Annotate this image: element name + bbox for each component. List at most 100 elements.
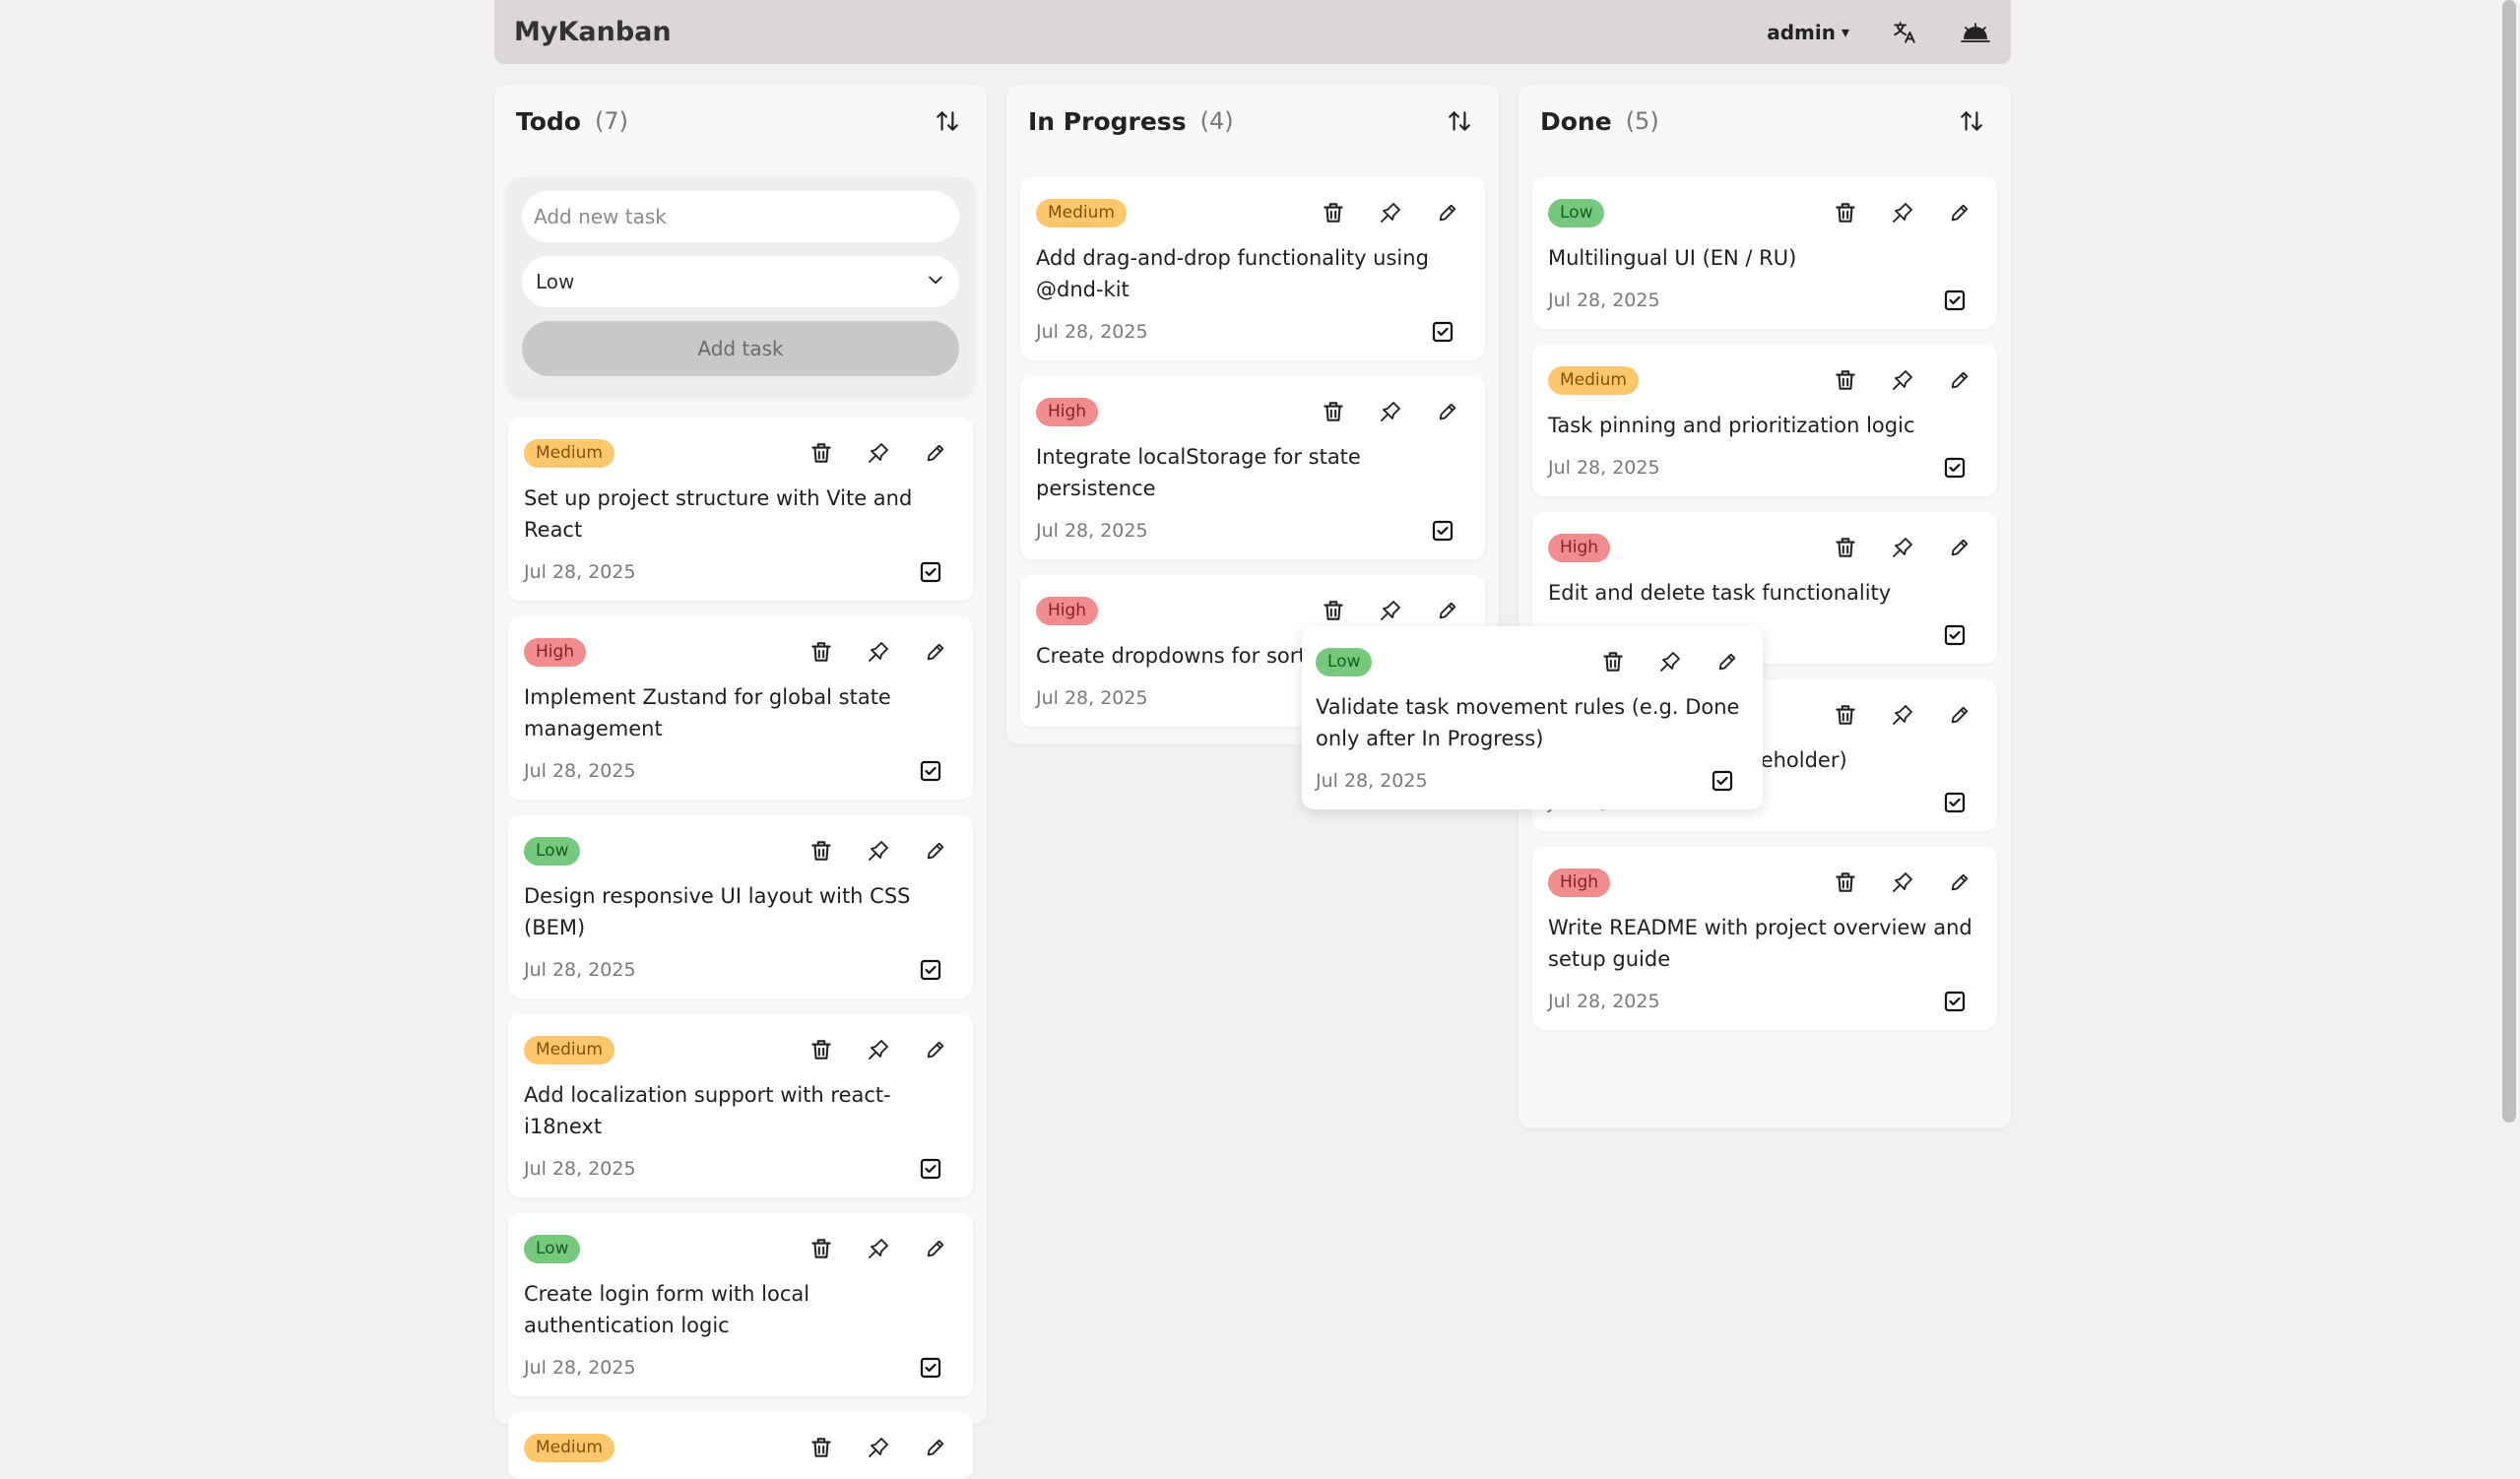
pencil-icon[interactable]	[1942, 195, 1977, 230]
pin-icon[interactable]	[861, 1231, 896, 1266]
card-footer: Jul 28, 2025	[524, 1154, 957, 1184]
task-card[interactable]: Medium Task pinning and prioritization lo…	[1532, 345, 1997, 496]
pin-icon[interactable]	[1373, 195, 1408, 230]
checkbox-checked-icon[interactable]	[1428, 516, 1457, 546]
task-card[interactable]: Low Multilingual UI (EN / RU) Jul 28, 2025	[1532, 177, 1997, 329]
sort-arrows-icon[interactable]	[1952, 101, 1991, 141]
pencil-icon[interactable]	[1942, 362, 1977, 398]
trash-icon[interactable]	[1316, 593, 1351, 628]
card-top: High	[1036, 394, 1469, 429]
pencil-icon[interactable]	[1430, 394, 1465, 429]
checkbox-checked-icon[interactable]	[1940, 286, 1970, 315]
add-task-button[interactable]: Add task	[522, 321, 959, 376]
trash-icon[interactable]	[1828, 195, 1863, 230]
pin-icon[interactable]	[861, 1430, 896, 1465]
pin-icon[interactable]	[1885, 362, 1920, 398]
card-top: Low	[1316, 644, 1749, 679]
pencil-icon[interactable]	[1942, 530, 1977, 565]
pin-icon[interactable]	[861, 1032, 896, 1067]
theme-toggle-icon[interactable]	[1960, 17, 1991, 48]
checkbox-checked-icon[interactable]	[916, 756, 945, 786]
trash-icon[interactable]	[804, 634, 839, 670]
pencil-icon[interactable]	[1942, 865, 1977, 900]
pencil-icon[interactable]	[918, 833, 953, 868]
trash-icon[interactable]	[804, 1032, 839, 1067]
trash-icon[interactable]	[804, 833, 839, 868]
dragging-task-card[interactable]: Low Validate task movement rules (e.g. D…	[1302, 626, 1763, 809]
task-date: Jul 28, 2025	[524, 959, 636, 981]
scrollbar-thumb[interactable]	[2502, 0, 2516, 1123]
checkbox-checked-icon[interactable]	[1940, 620, 1970, 650]
task-title: Add localization support with react-i18n…	[524, 1083, 891, 1138]
new-task-input[interactable]	[522, 191, 959, 242]
card-list: Low Multilingual UI (EN / RU) Jul 28, 2025…	[1532, 177, 1997, 1030]
task-card[interactable]: Medium Add localization support with reac…	[508, 1014, 973, 1197]
task-card[interactable]: Medium	[508, 1412, 973, 1479]
trash-icon[interactable]	[1595, 644, 1631, 679]
checkbox-checked-icon[interactable]	[916, 1353, 945, 1383]
task-date: Jul 28, 2025	[1036, 321, 1148, 343]
add-task-form: Low Add task	[508, 177, 973, 394]
task-card[interactable]: Low Design responsive UI layout with CSS …	[508, 815, 973, 998]
task-card[interactable]: Medium Set up project structure with Vite…	[508, 418, 973, 601]
card-top: High	[1548, 530, 1981, 565]
pencil-icon[interactable]	[1430, 195, 1465, 230]
pin-icon[interactable]	[861, 435, 896, 471]
checkbox-checked-icon[interactable]	[916, 557, 945, 587]
task-date: Jul 28, 2025	[1548, 289, 1660, 311]
trash-icon[interactable]	[1316, 394, 1351, 429]
card-top: Medium	[1036, 195, 1469, 230]
checkbox-checked-icon[interactable]	[916, 955, 945, 985]
checkbox-checked-icon[interactable]	[1940, 453, 1970, 482]
trash-icon[interactable]	[1828, 530, 1863, 565]
pin-icon[interactable]	[1652, 644, 1688, 679]
trash-icon[interactable]	[1828, 697, 1863, 733]
card-actions	[1316, 394, 1465, 429]
task-card[interactable]: Low Create login form with local authenti…	[508, 1213, 973, 1396]
trash-icon[interactable]	[804, 1231, 839, 1266]
card-actions	[1595, 644, 1745, 679]
pencil-icon[interactable]	[1942, 697, 1977, 733]
checkbox-checked-icon[interactable]	[916, 1154, 945, 1184]
card-actions	[1828, 195, 1977, 230]
trash-icon[interactable]	[804, 435, 839, 471]
checkbox-checked-icon[interactable]	[1428, 317, 1457, 347]
pin-icon[interactable]	[1885, 195, 1920, 230]
pin-icon[interactable]	[1373, 394, 1408, 429]
pencil-icon[interactable]	[918, 1032, 953, 1067]
sort-arrows-icon[interactable]	[1440, 101, 1479, 141]
pin-icon[interactable]	[1885, 865, 1920, 900]
checkbox-checked-icon[interactable]	[1940, 788, 1970, 817]
user-menu[interactable]: admin ▾	[1767, 21, 1849, 44]
task-card[interactable]: High Write README with project overview a…	[1532, 847, 1997, 1030]
task-title: Set up project structure with Vite and R…	[524, 486, 913, 542]
pencil-icon[interactable]	[918, 1231, 953, 1266]
pencil-icon[interactable]	[918, 634, 953, 670]
task-card[interactable]: High Implement Zustand for global state m…	[508, 616, 973, 800]
pencil-icon[interactable]	[1430, 593, 1465, 628]
task-card[interactable]: Medium Add drag-and-drop functionality us…	[1020, 177, 1485, 360]
trash-icon[interactable]	[804, 1430, 839, 1465]
trash-icon[interactable]	[1316, 195, 1351, 230]
priority-select[interactable]: Low	[522, 256, 959, 307]
pencil-icon[interactable]	[1710, 644, 1745, 679]
task-title: Validate task movement rules (e.g. Done …	[1316, 695, 1740, 750]
pin-icon[interactable]	[861, 634, 896, 670]
task-card[interactable]: High Integrate localStorage for state per…	[1020, 376, 1485, 559]
sort-arrows-icon[interactable]	[928, 101, 967, 141]
checkbox-checked-icon[interactable]	[1708, 766, 1737, 796]
pin-icon[interactable]	[861, 833, 896, 868]
trash-icon[interactable]	[1828, 865, 1863, 900]
card-footer: Jul 28, 2025	[1316, 766, 1749, 796]
priority-badge: Medium	[524, 1035, 614, 1064]
checkbox-checked-icon[interactable]	[1940, 987, 1970, 1016]
translate-icon[interactable]	[1889, 17, 1920, 48]
card-actions	[804, 1032, 953, 1067]
pin-icon[interactable]	[1885, 697, 1920, 733]
pin-icon[interactable]	[1885, 530, 1920, 565]
pencil-icon[interactable]	[918, 1430, 953, 1465]
pin-icon[interactable]	[1373, 593, 1408, 628]
page-scrollbar[interactable]	[2498, 0, 2520, 1417]
pencil-icon[interactable]	[918, 435, 953, 471]
trash-icon[interactable]	[1828, 362, 1863, 398]
